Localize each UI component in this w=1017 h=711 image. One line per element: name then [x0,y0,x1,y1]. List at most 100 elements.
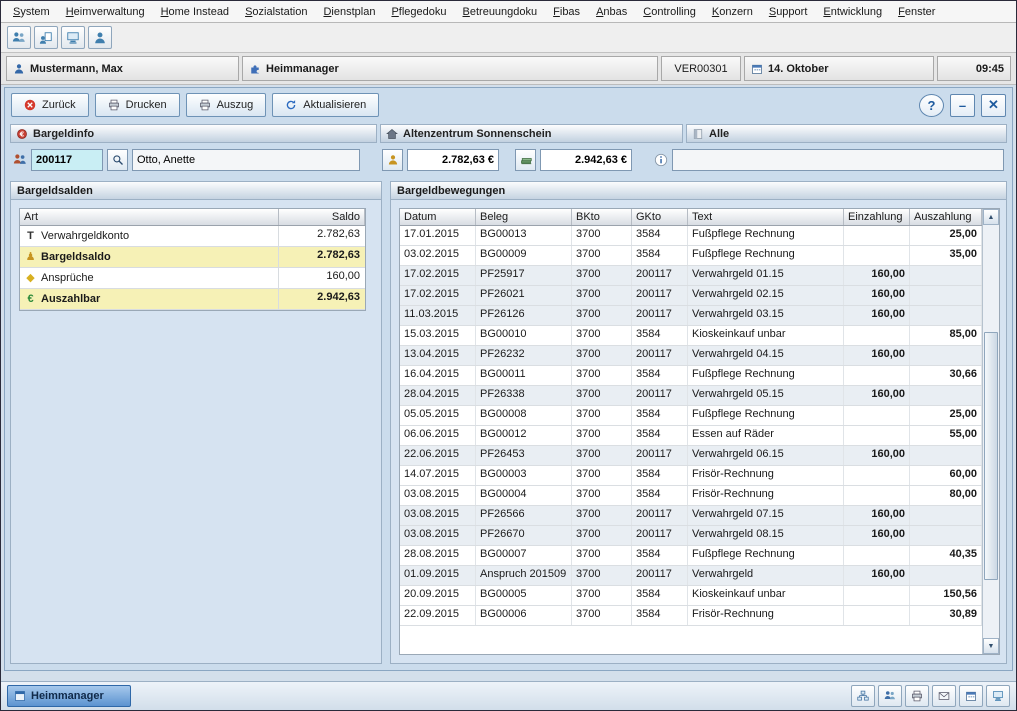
task-button-heimmanager[interactable]: Heimmanager [7,685,131,707]
movements-table-header: Datum Beleg BKto GKto Text Einzahlung Au… [400,209,982,226]
vertical-scrollbar[interactable]: ▲ ▼ [982,209,999,654]
status-calendar-button[interactable] [959,685,983,707]
menu-item[interactable]: Sozialstation [237,4,315,20]
table-row[interactable]: 01.09.2015 Anspruch 201509 3700 200117 V… [400,566,982,586]
menu-item[interactable]: Heimverwaltung [58,4,153,20]
column-header-auszahlung[interactable]: Auszahlung [910,209,982,225]
resident-input-row [5,143,1012,177]
table-row[interactable]: 03.08.2015 PF26566 3700 200117 Verwahrge… [400,506,982,526]
column-header-beleg[interactable]: Beleg [476,209,572,225]
refresh-button[interactable]: Aktualisieren [272,93,379,117]
cell-gkto: 200117 [632,286,688,305]
cell-auszahlung: 30,89 [910,606,982,625]
resident-name-field[interactable] [132,149,360,171]
cell-bkto: 3700 [572,486,632,505]
record-icon-button[interactable] [34,26,58,49]
payout-button[interactable] [515,149,536,171]
table-row[interactable]: 14.07.2015 BG00003 3700 3584 Frisör-Rech… [400,466,982,486]
table-row[interactable]: 22.09.2015 BG00006 3700 3584 Frisör-Rech… [400,606,982,626]
column-header-datum[interactable]: Datum [400,209,476,225]
status-structure-button[interactable] [851,685,875,707]
menu-item[interactable]: Betreuungdoku [455,4,546,20]
menu-item[interactable]: Anbas [588,4,635,20]
table-row[interactable]: 03.08.2015 PF26670 3700 200117 Verwahrge… [400,526,982,546]
table-row[interactable]: 20.09.2015 BG00005 3700 3584 Kioskeinkau… [400,586,982,606]
clients-icon-button[interactable] [7,26,31,49]
menu-item[interactable]: Fenster [890,4,943,20]
scrollbar-thumb[interactable] [984,332,998,580]
table-row[interactable]: 13.04.2015 PF26232 3700 200117 Verwahrge… [400,346,982,366]
column-header-gkto[interactable]: GKto [632,209,688,225]
menu-item[interactable]: Konzern [704,4,761,20]
table-row[interactable]: 17.02.2015 PF25917 3700 200117 Verwahrge… [400,266,982,286]
statement-button[interactable]: Auszug [186,93,267,117]
cell-beleg: BG00013 [476,226,572,245]
cell-text: Kioskeinkauf unbar [688,326,844,345]
table-row[interactable]: Verwahrgeldkonto 2.782,63 [20,226,365,247]
cell-auszahlung: 30,66 [910,366,982,385]
section-all: Alle [686,124,1007,143]
table-row[interactable]: 11.03.2015 PF26126 3700 200117 Verwahrge… [400,306,982,326]
menu-item[interactable]: System [5,4,58,20]
menu-item[interactable]: Pflegedoku [383,4,454,20]
cell-datum: 28.04.2015 [400,386,476,405]
column-header-text[interactable]: Text [688,209,844,225]
menu-item[interactable]: Dienstplan [315,4,383,20]
column-header-bkto[interactable]: BKto [572,209,632,225]
table-row[interactable]: Bargeldsaldo 2.782,63 [20,247,365,268]
icon-toolbar [1,23,1016,53]
status-print-button[interactable] [905,685,929,707]
resident-number-input[interactable] [31,149,103,171]
table-row[interactable]: 15.03.2015 BG00010 3700 3584 Kioskeinkau… [400,326,982,346]
column-header-einzahlung[interactable]: Einzahlung [844,209,910,225]
table-row[interactable]: 16.04.2015 BG00011 3700 3584 Fußpflege R… [400,366,982,386]
cell-beleg: PF25917 [476,266,572,285]
status-mail-button[interactable] [932,685,956,707]
cell-gkto: 200117 [632,266,688,285]
menu-item[interactable]: Fibas [545,4,588,20]
table-row[interactable]: 17.02.2015 PF26021 3700 200117 Verwahrge… [400,286,982,306]
close-button[interactable]: ✕ [981,94,1006,117]
back-button[interactable]: Zurück [11,93,89,117]
contact-icon-button[interactable] [88,26,112,49]
search-button[interactable] [107,149,128,171]
info-note-field[interactable] [672,149,1004,171]
table-row[interactable]: 03.02.2015 BG00009 3700 3584 Fußpflege R… [400,246,982,266]
column-header-art[interactable]: Art [20,209,279,225]
help-button[interactable]: ? [919,94,944,117]
cell-beleg: Anspruch 201509 [476,566,572,585]
table-row[interactable]: 28.08.2015 BG00007 3700 3584 Fußpflege R… [400,546,982,566]
workstation-icon-button[interactable] [61,26,85,49]
scrollbar-track[interactable] [983,225,999,638]
cell-bkto: 3700 [572,266,632,285]
table-row[interactable]: 28.04.2015 PF26338 3700 200117 Verwahrge… [400,386,982,406]
column-header-saldo[interactable]: Saldo [279,209,365,225]
date-box: 14. Oktober [744,56,934,81]
cash-balance-button[interactable] [382,149,403,171]
print-button[interactable]: Drucken [95,93,180,117]
content-panels: Bargeldsalden Art Saldo Verwahrgeldkonto [5,177,1012,670]
table-row[interactable]: 06.06.2015 BG00012 3700 3584 Essen auf R… [400,426,982,446]
table-row[interactable]: Auszahlbar 2.942,63 [20,289,365,310]
menu-item[interactable]: Entwicklung [815,4,890,20]
scroll-down-icon[interactable]: ▼ [983,638,999,654]
scroll-up-icon[interactable]: ▲ [983,209,999,225]
payable-balance-field [540,149,632,171]
cell-text: Verwahrgeld 03.15 [688,306,844,325]
table-row[interactable]: 05.05.2015 BG00008 3700 3584 Fußpflege R… [400,406,982,426]
menu-item[interactable]: Support [761,4,816,20]
cell-auszahlung: 85,00 [910,326,982,345]
table-row[interactable]: 17.01.2015 BG00013 3700 3584 Fußpflege R… [400,226,982,246]
cell-einzahlung [844,586,910,605]
cell-bkto: 3700 [572,286,632,305]
menu-item[interactable]: Controlling [635,4,704,20]
table-row[interactable]: 22.06.2015 PF26453 3700 200117 Verwahrge… [400,446,982,466]
table-row[interactable]: Ansprüche 160,00 [20,268,365,289]
table-row[interactable]: 03.08.2015 BG00004 3700 3584 Frisör-Rech… [400,486,982,506]
menu-item[interactable]: Home Instead [153,4,238,20]
envelope-icon [938,690,950,702]
minimize-button[interactable]: – [950,94,975,117]
status-users-button[interactable] [878,685,902,707]
status-workstation-button[interactable] [986,685,1010,707]
balances-table-rows: Verwahrgeldkonto 2.782,63 Bargeldsaldo 2… [20,226,365,310]
